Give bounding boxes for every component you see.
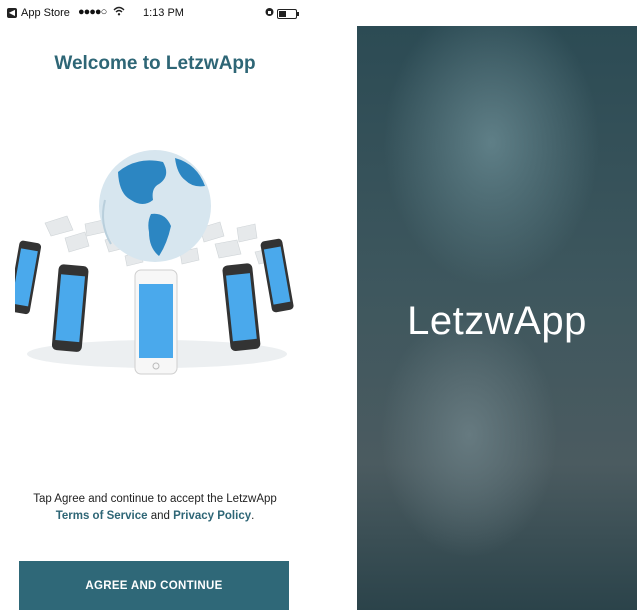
back-to-app-store[interactable]: App Store (21, 7, 70, 19)
terms-notice: Tap Agree and continue to accept the Let… (0, 491, 310, 525)
wifi-icon (113, 6, 125, 19)
globe-icon (99, 150, 211, 262)
battery-icon (277, 9, 299, 19)
status-bar: ◀ App Store ●●●●○ 1:13 PM (0, 0, 310, 26)
orientation-lock-icon (265, 7, 274, 19)
and-text: and (147, 510, 174, 522)
signal-icon: ●●●●○ (78, 6, 107, 18)
status-time: 1:13 PM (143, 7, 184, 19)
agree-and-continue-button[interactable]: AGREE AND CONTINUE (19, 561, 289, 610)
page-title: Welcome to LetzwApp (54, 53, 256, 74)
welcome-screen: ◀ App Store ●●●●○ 1:13 PM Welcome to Let… (0, 0, 310, 610)
splash-app-name: LetzwApp (407, 299, 587, 343)
splash-screen: LetzwApp (357, 26, 637, 610)
period-text: . (251, 510, 255, 522)
terms-of-service-link[interactable]: Terms of Service (56, 510, 148, 522)
privacy-policy-link[interactable]: Privacy Policy (173, 510, 251, 522)
globe-phones-illustration (15, 150, 294, 375)
back-arrow-icon[interactable]: ◀ (7, 8, 17, 18)
terms-text: Tap Agree and continue to accept the Let… (33, 493, 277, 505)
